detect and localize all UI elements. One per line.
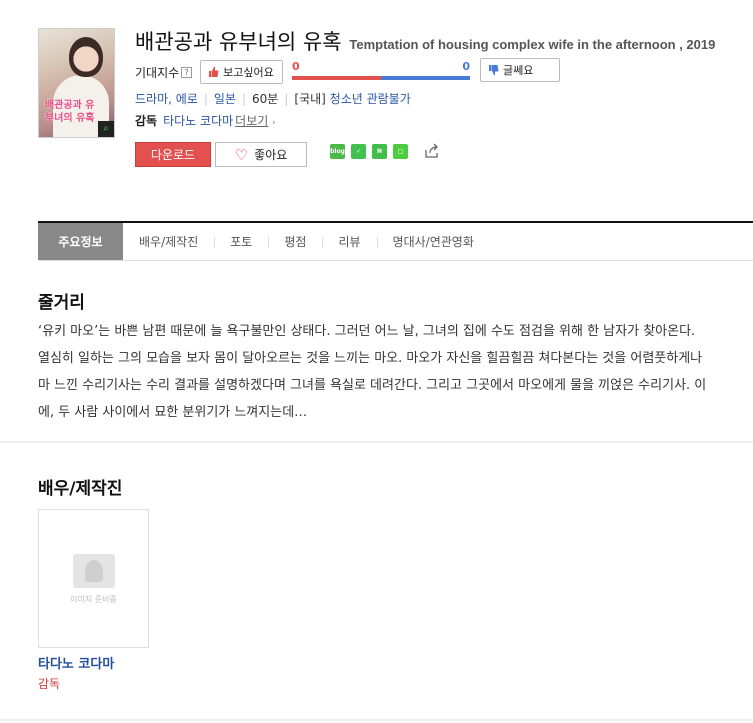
director-row: 감독 타다노 코다마 더보기 › <box>135 112 276 129</box>
info-divider: | <box>284 92 289 106</box>
more-link[interactable]: 더보기 <box>235 114 268 128</box>
help-icon[interactable]: ? <box>181 66 193 78</box>
movie-info: 드라마, 에로 | 일본 | 60분 | [국내] 청소년 관람불가 <box>135 90 411 107</box>
image-placeholder-text: 이미지 준비중 <box>70 595 117 604</box>
tab-main-info[interactable]: 주요정보 <box>38 223 123 260</box>
tab-photo[interactable]: 포토 <box>214 223 268 260</box>
line-icon[interactable]: □ <box>393 143 408 159</box>
like-label: 좋아요 <box>254 148 288 162</box>
country-link[interactable]: 일본 <box>214 92 236 106</box>
dislike-button[interactable]: 글쎄요 <box>480 58 560 82</box>
rating-link[interactable]: 청소년 관람불가 <box>330 92 411 106</box>
chevron-right-icon: › <box>272 118 276 128</box>
rating-prefix: [국내] <box>294 92 326 106</box>
download-button[interactable]: 다운로드 <box>135 142 211 167</box>
section-divider <box>0 441 753 443</box>
tab-bar: 주요정보 배우/제작진 포토 평점 리뷰 명대사/연관영화 <box>38 221 753 261</box>
movie-title: 배관공과 유부녀의 유혹 Temptation of housing compl… <box>135 26 715 56</box>
like-button[interactable]: ♡ 좋아요 <box>215 142 307 167</box>
genre-link[interactable]: 드라마, 에로 <box>135 92 198 106</box>
want-to-see-button[interactable]: 보고싶어요 <box>200 60 283 84</box>
heart-icon: ♡ <box>234 146 249 164</box>
expect-label: 기대지수 <box>135 65 180 80</box>
kakaostory-icon[interactable]: N <box>372 143 387 159</box>
director-link[interactable]: 타다노 코다마 <box>163 114 233 128</box>
info-divider: | <box>203 92 208 106</box>
title-korean: 배관공과 유부녀의 유혹 <box>135 30 342 54</box>
dislike-count: 0 <box>462 60 470 73</box>
gauge-dislike-bar <box>381 76 470 80</box>
person-placeholder-icon <box>73 554 115 588</box>
expect-row: 기대지수 ? 보고싶어요 <box>135 60 283 84</box>
runtime: 60분 <box>252 92 279 106</box>
zoom-icon[interactable]: ⌕ <box>98 121 114 137</box>
share-icon[interactable] <box>424 143 440 159</box>
movie-poster[interactable]: 배관공과 유부녀의 유혹 ⌕ <box>38 28 115 138</box>
synopsis-text: ‘유키 마오’는 바쁜 남편 때문에 늘 욕구불만인 상태다. 그러던 어느 날… <box>38 324 707 420</box>
blog-icon[interactable]: blog <box>330 143 345 159</box>
tab-cast[interactable]: 배우/제작진 <box>123 223 214 260</box>
dislike-label: 글쎄요 <box>503 64 534 77</box>
poster-face <box>69 37 103 77</box>
synopsis-heading: 줄거리 <box>38 293 85 313</box>
thumbs-down-icon <box>489 65 499 75</box>
tab-quotes[interactable]: 명대사/연관영화 <box>376 223 490 260</box>
cast-role: 감독 <box>38 677 61 691</box>
tab-rating[interactable]: 평점 <box>268 223 322 260</box>
cast-photo-card[interactable]: 이미지 준비중 <box>38 509 149 648</box>
share-bar: blog ✓ N □ <box>330 143 440 159</box>
band-icon[interactable]: ✓ <box>351 143 366 159</box>
gauge-want-bar <box>292 76 381 80</box>
want-count: 0 <box>292 60 300 73</box>
section-divider <box>0 719 753 721</box>
tab-review[interactable]: 리뷰 <box>322 223 376 260</box>
title-english: Temptation of housing complex wife in th… <box>349 37 716 52</box>
poster-title-text: 배관공과 유부녀의 유혹 <box>45 100 95 124</box>
info-divider: | <box>241 92 247 106</box>
cast-heading: 배우/제작진 <box>38 479 123 499</box>
thumbs-up-icon <box>209 67 219 77</box>
dislike-area: 글쎄요 <box>480 58 560 82</box>
cast-name-link[interactable]: 타다노 코다마 <box>38 653 114 672</box>
expect-gauge: 0 0 <box>292 60 470 84</box>
director-label: 감독 <box>135 114 158 128</box>
want-to-see-label: 보고싶어요 <box>223 66 274 79</box>
